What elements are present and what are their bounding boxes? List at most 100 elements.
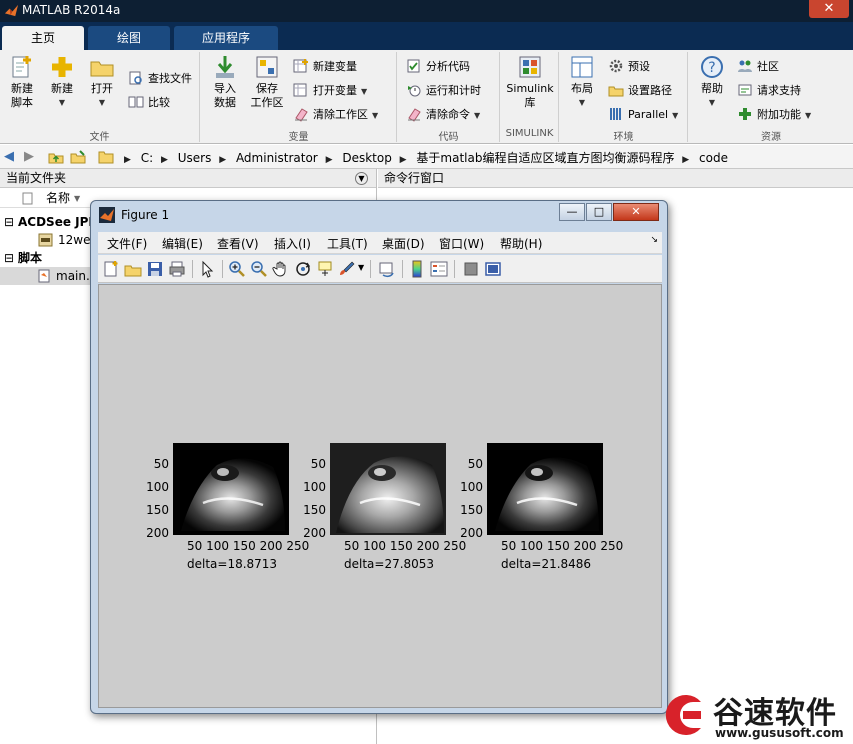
- clear-workspace-button[interactable]: 清除工作区 ▼: [293, 106, 378, 124]
- title-bar: MATLAB R2014a ✕: [0, 0, 853, 22]
- link-plot-icon[interactable]: [378, 260, 396, 278]
- forward-arrow-icon[interactable]: ▶: [24, 149, 34, 164]
- collapse-icon[interactable]: ⊟: [4, 249, 14, 267]
- breadcrumb-separator-icon: ▶: [161, 155, 168, 165]
- new-variable-icon: [293, 59, 308, 73]
- back-arrow-icon[interactable]: ◀: [4, 149, 14, 164]
- menu-file[interactable]: 文件(F): [107, 235, 147, 252]
- breadcrumb-item[interactable]: 基于matlab编程自适应区域直方图均衡源码程序: [416, 151, 674, 165]
- colorbar-icon[interactable]: [408, 260, 426, 278]
- new-variable-button[interactable]: 新建变量: [293, 58, 357, 76]
- eraser-icon: [408, 108, 421, 122]
- tab-apps[interactable]: 应用程序: [174, 26, 278, 50]
- menu-help[interactable]: 帮助(H): [500, 235, 542, 252]
- subplot-image-3[interactable]: [487, 443, 603, 535]
- watermark: 谷速软件 www.gususoft.com: [657, 684, 853, 744]
- window-title: MATLAB R2014a: [22, 3, 121, 17]
- find-files-button[interactable]: 查找文件: [128, 70, 192, 88]
- plus-icon: [739, 108, 751, 120]
- simulink-library-button[interactable]: Simulink 库: [505, 54, 555, 110]
- name-column-header[interactable]: 名称: [46, 189, 70, 208]
- open-variable-button[interactable]: 打开变量 ▼: [293, 82, 367, 100]
- data-cursor-icon[interactable]: [316, 260, 334, 278]
- new-script-button[interactable]: 新建 脚本: [4, 54, 40, 110]
- set-path-button[interactable]: 设置路径: [608, 82, 672, 100]
- brush-icon[interactable]: [338, 260, 356, 278]
- compare-button[interactable]: 比较: [128, 94, 170, 112]
- breadcrumb-item[interactable]: Desktop: [342, 151, 392, 165]
- print-icon[interactable]: [168, 260, 186, 278]
- clear-commands-button[interactable]: 清除命令 ▼: [406, 106, 480, 124]
- figure-menu-bar: 文件(F) 编辑(E) 查看(V) 插入(I) 工具(T) 桌面(D) 窗口(W…: [98, 232, 662, 254]
- zoom-in-icon[interactable]: [228, 260, 246, 278]
- community-icon: [738, 60, 752, 72]
- panel-menu-icon[interactable]: ▼: [355, 172, 368, 185]
- breadcrumb-item[interactable]: C:: [141, 151, 153, 165]
- breadcrumb-item[interactable]: Users: [178, 151, 212, 165]
- show-plot-tools-icon[interactable]: [484, 260, 502, 278]
- save-icon[interactable]: [146, 260, 164, 278]
- y-tick-label: 50: [467, 457, 483, 471]
- add-ons-button[interactable]: 附加功能 ▼: [737, 106, 811, 124]
- eraser-icon: [295, 108, 308, 122]
- community-button[interactable]: 社区: [737, 58, 779, 76]
- x-tick-label: 50: [501, 539, 517, 553]
- subplot-image-2[interactable]: [330, 443, 446, 535]
- open-button[interactable]: 打开 ▼: [84, 54, 120, 110]
- analyze-code-button[interactable]: 分析代码: [406, 58, 470, 76]
- x-tick-label: 200: [416, 539, 440, 553]
- breadcrumb-item[interactable]: code: [699, 151, 728, 165]
- legend-icon[interactable]: [430, 260, 448, 278]
- parallel-button[interactable]: Parallel ▼: [608, 106, 678, 124]
- new-button[interactable]: 新建 ▼: [44, 54, 80, 110]
- import-data-button[interactable]: 导入 数据: [205, 54, 245, 110]
- toolbar-separator: [454, 260, 455, 278]
- pointer-icon[interactable]: [198, 260, 216, 278]
- menu-view[interactable]: 查看(V): [217, 235, 259, 252]
- chevron-down-icon[interactable]: ▼: [358, 263, 364, 272]
- open-file-icon[interactable]: [124, 260, 142, 278]
- x-tick-label: 100: [206, 539, 230, 553]
- browse-folder-icon[interactable]: [70, 149, 86, 165]
- maximize-button[interactable]: □: [586, 203, 612, 221]
- sort-arrow-icon[interactable]: ▼: [74, 189, 80, 208]
- subplot-image-1[interactable]: [173, 443, 289, 535]
- tab-plots[interactable]: 绘图: [88, 26, 170, 50]
- x-tick-label: 50: [187, 539, 203, 553]
- menu-tools[interactable]: 工具(T): [327, 235, 368, 252]
- menu-window[interactable]: 窗口(W): [439, 235, 484, 252]
- new-figure-icon[interactable]: [102, 260, 120, 278]
- figure-title-bar[interactable]: Figure 1 — □ ✕: [91, 201, 667, 229]
- close-button[interactable]: ✕: [613, 203, 659, 221]
- figure-title: Figure 1: [121, 208, 170, 222]
- zoom-out-icon[interactable]: [250, 260, 268, 278]
- figure-canvas[interactable]: 50 100 150 200 50 100 150 200 50 100 150…: [98, 284, 662, 708]
- breadcrumb-item[interactable]: Administrator: [236, 151, 318, 165]
- toolbar-separator: [402, 260, 403, 278]
- menu-edit[interactable]: 编辑(E): [162, 235, 203, 252]
- dock-arrow-icon[interactable]: ↘: [650, 235, 658, 245]
- minimize-button[interactable]: —: [559, 203, 585, 221]
- request-support-button[interactable]: 请求支持: [737, 82, 801, 100]
- save-workspace-button[interactable]: 保存 工作区: [247, 54, 287, 110]
- chevron-down-icon: ▼: [98, 98, 106, 107]
- subplot-label: delta=21.8486: [501, 557, 592, 571]
- run-and-time-button[interactable]: 运行和计时: [406, 82, 481, 100]
- tab-home[interactable]: 主页: [2, 26, 84, 50]
- hide-plot-tools-icon[interactable]: [462, 260, 480, 278]
- x-tick-label: 50: [344, 539, 360, 553]
- help-button[interactable]: ? 帮助 ▼: [695, 54, 729, 110]
- parallel-icon: [610, 108, 621, 120]
- layout-button[interactable]: 布局 ▼: [564, 54, 600, 110]
- menu-insert[interactable]: 插入(I): [274, 235, 311, 252]
- breadcrumb-separator-icon: ▶: [399, 155, 407, 165]
- menu-desktop[interactable]: 桌面(D): [382, 235, 425, 252]
- pan-hand-icon[interactable]: [272, 260, 290, 278]
- rotate-3d-icon[interactable]: [294, 260, 312, 278]
- layout-icon: [571, 56, 593, 78]
- up-folder-icon[interactable]: [48, 149, 64, 165]
- ribbon-group-variable: 导入 数据 保存 工作区 新建变量 打开变量 ▼ 清除工作区 ▼ 变量: [201, 52, 397, 143]
- window-close-button[interactable]: ✕: [809, 0, 849, 18]
- preferences-button[interactable]: 预设: [608, 58, 650, 76]
- collapse-icon[interactable]: ⊟: [4, 213, 14, 231]
